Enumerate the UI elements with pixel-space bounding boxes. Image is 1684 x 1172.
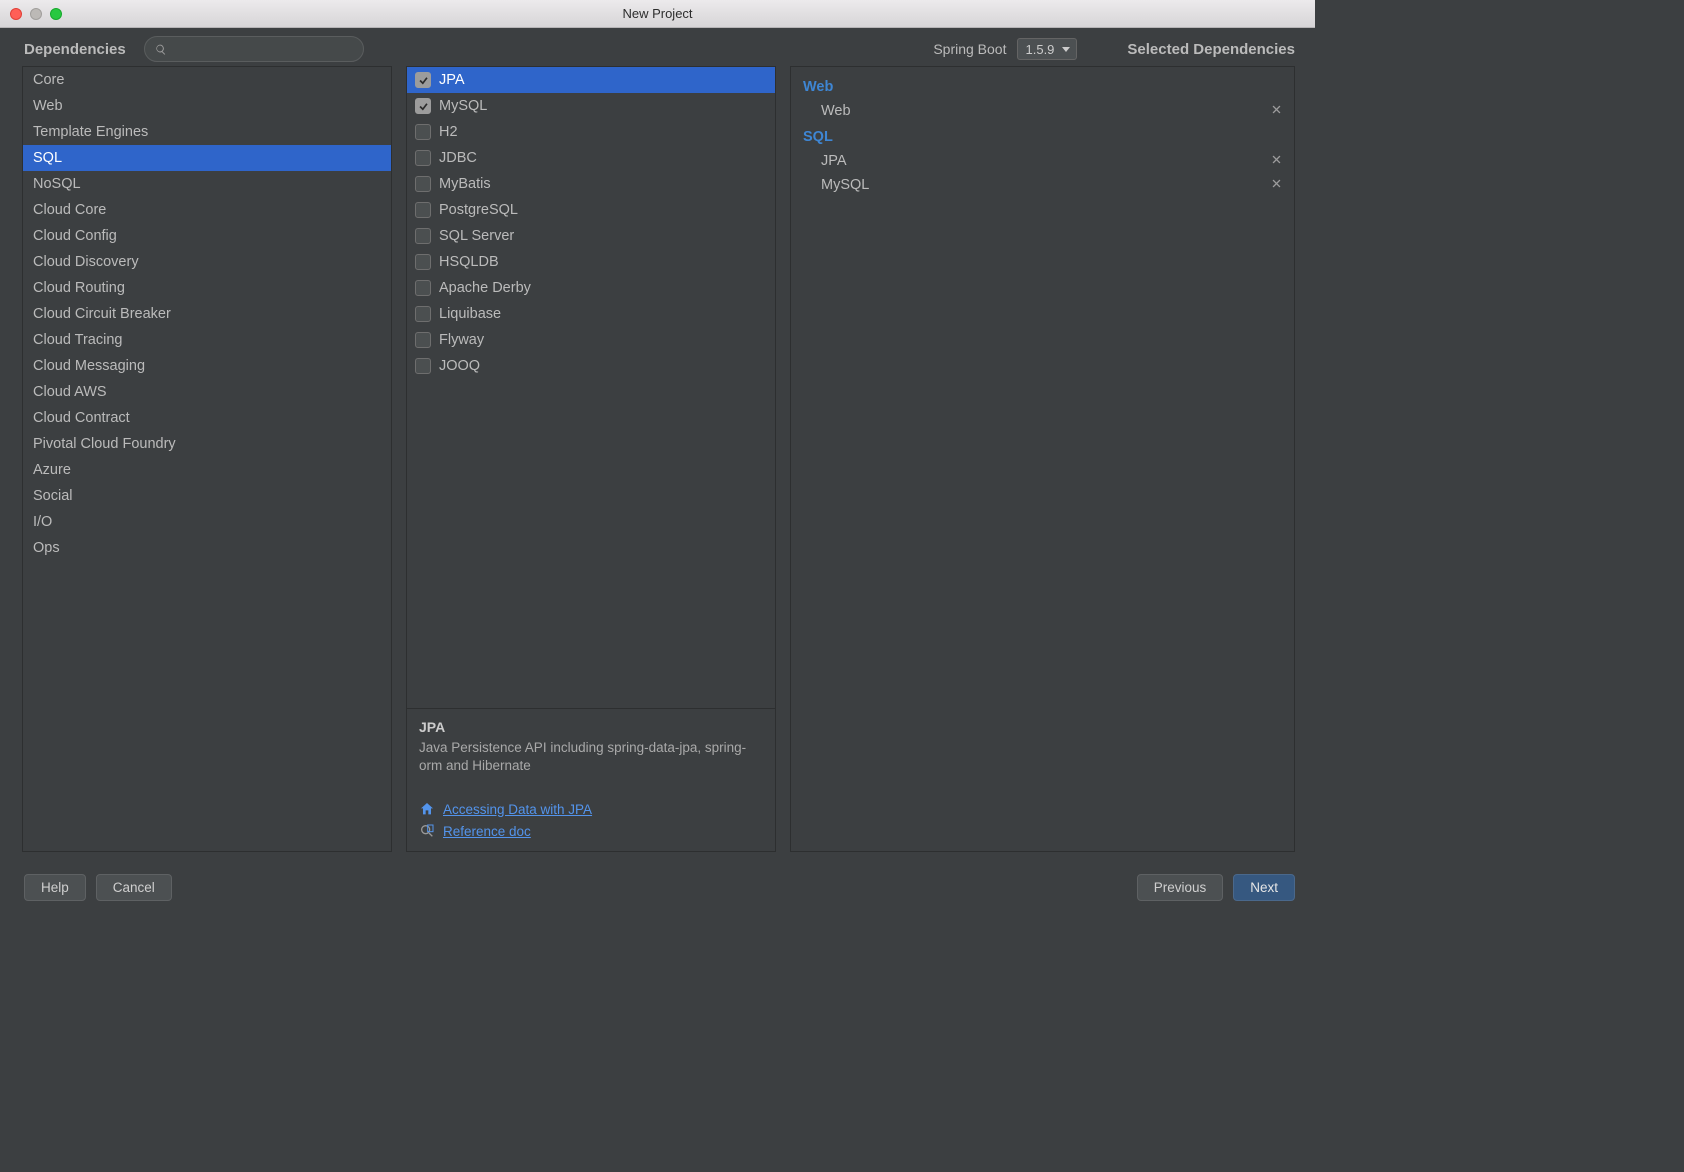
document-search-icon xyxy=(419,823,435,839)
selected-dependencies-panel: Web Web SQL JPA MySQL xyxy=(790,66,1295,852)
dependency-checkbox[interactable] xyxy=(415,228,431,244)
dependency-item[interactable]: SQL Server xyxy=(407,223,775,249)
category-item[interactable]: Core xyxy=(23,67,391,93)
previous-button[interactable]: Previous xyxy=(1137,874,1224,901)
dependency-label: PostgreSQL xyxy=(439,202,518,218)
dependency-item[interactable]: Liquibase xyxy=(407,301,775,327)
remove-dependency-button[interactable] xyxy=(1271,177,1282,193)
next-button[interactable]: Next xyxy=(1233,874,1295,901)
category-item[interactable]: Cloud Core xyxy=(23,197,391,223)
remove-dependency-button[interactable] xyxy=(1271,153,1282,169)
window-title: New Project xyxy=(0,6,1315,21)
cancel-button[interactable]: Cancel xyxy=(96,874,172,901)
category-item[interactable]: Web xyxy=(23,93,391,119)
dependency-item[interactable]: Flyway xyxy=(407,327,775,353)
dependency-label: Liquibase xyxy=(439,306,501,322)
dependency-description-text: Java Persistence API including spring-da… xyxy=(419,739,763,775)
dependency-checkbox[interactable] xyxy=(415,254,431,270)
search-icon xyxy=(155,43,167,56)
dependency-label: MyBatis xyxy=(439,176,491,192)
dependency-label: Apache Derby xyxy=(439,280,531,296)
category-item[interactable]: Ops xyxy=(23,535,391,561)
dependency-checkbox[interactable] xyxy=(415,150,431,166)
dependency-label: Flyway xyxy=(439,332,484,348)
category-item[interactable]: Pivotal Cloud Foundry xyxy=(23,431,391,457)
dependency-item[interactable]: JOOQ xyxy=(407,353,775,379)
category-item[interactable]: Cloud Contract xyxy=(23,405,391,431)
selected-dependency-label: JPA xyxy=(821,153,847,169)
selected-dependency-label: MySQL xyxy=(821,177,869,193)
dependency-checkbox[interactable] xyxy=(415,202,431,218)
selected-dependency-label: Web xyxy=(821,103,851,119)
category-item[interactable]: Cloud Tracing xyxy=(23,327,391,353)
description-link-row: Reference doc xyxy=(419,823,763,839)
dependency-item[interactable]: MyBatis xyxy=(407,171,775,197)
category-item[interactable]: NoSQL xyxy=(23,171,391,197)
selected-dependency-item: JPA xyxy=(803,149,1282,173)
selected-group-title: SQL xyxy=(803,123,1282,149)
dependency-checkbox[interactable] xyxy=(415,124,431,140)
dependency-label: JOOQ xyxy=(439,358,480,374)
dependency-item[interactable]: MySQL xyxy=(407,93,775,119)
description-link-row: Accessing Data with JPA xyxy=(419,801,763,817)
category-item[interactable]: Cloud Config xyxy=(23,223,391,249)
search-input[interactable] xyxy=(173,42,353,57)
category-item[interactable]: Azure xyxy=(23,457,391,483)
dependency-item[interactable]: JPA xyxy=(407,67,775,93)
dependency-description-title: JPA xyxy=(419,719,763,735)
selected-dependencies-heading: Selected Dependencies xyxy=(1127,41,1295,58)
category-item[interactable]: I/O xyxy=(23,509,391,535)
selected-group-title: Web xyxy=(803,73,1282,99)
titlebar: New Project xyxy=(0,0,1315,28)
header-row: Dependencies Spring Boot 1.5.9 Selected … xyxy=(0,28,1315,66)
home-icon xyxy=(419,801,435,817)
dependency-item[interactable]: JDBC xyxy=(407,145,775,171)
dialog-window: New Project Dependencies Spring Boot 1.5… xyxy=(0,0,1315,915)
dialog-footer: Help Cancel Previous Next xyxy=(0,864,1315,915)
category-item[interactable]: Cloud Circuit Breaker xyxy=(23,301,391,327)
dependency-label: JPA xyxy=(439,72,465,88)
dependency-description-panel: JPA Java Persistence API including sprin… xyxy=(407,708,775,851)
category-item[interactable]: SQL xyxy=(23,145,391,171)
category-item[interactable]: Social xyxy=(23,483,391,509)
category-item[interactable]: Cloud Discovery xyxy=(23,249,391,275)
dependency-label: JDBC xyxy=(439,150,477,166)
dependency-item[interactable]: Apache Derby xyxy=(407,275,775,301)
dependencies-heading: Dependencies xyxy=(24,41,126,58)
dependency-checkbox[interactable] xyxy=(415,72,431,88)
remove-dependency-button[interactable] xyxy=(1271,103,1282,119)
dependency-item[interactable]: HSQLDB xyxy=(407,249,775,275)
help-button[interactable]: Help xyxy=(24,874,86,901)
category-item[interactable]: Cloud Routing xyxy=(23,275,391,301)
spring-boot-version-dropdown[interactable]: 1.5.9 xyxy=(1017,38,1078,60)
selected-dependency-item: MySQL xyxy=(803,173,1282,197)
dependency-checkbox[interactable] xyxy=(415,280,431,296)
category-item[interactable]: Cloud Messaging xyxy=(23,353,391,379)
search-field-wrap[interactable] xyxy=(144,36,364,62)
selected-dependency-item: Web xyxy=(803,99,1282,123)
dependency-checkbox[interactable] xyxy=(415,306,431,322)
dependency-item[interactable]: H2 xyxy=(407,119,775,145)
dependency-label: MySQL xyxy=(439,98,487,114)
category-item[interactable]: Cloud AWS xyxy=(23,379,391,405)
dependency-list: JPA MySQL H2 JDBC MyBatis PostgreSQL SQL Serve… xyxy=(407,67,775,708)
dependency-list-panel: JPA MySQL H2 JDBC MyBatis PostgreSQL SQL Serve… xyxy=(406,66,776,852)
description-link[interactable]: Reference doc xyxy=(443,824,531,839)
dependency-label: SQL Server xyxy=(439,228,514,244)
dependency-checkbox[interactable] xyxy=(415,98,431,114)
spring-boot-label: Spring Boot xyxy=(933,41,1006,57)
category-item[interactable]: Template Engines xyxy=(23,119,391,145)
dependency-label: HSQLDB xyxy=(439,254,499,270)
dependency-label: H2 xyxy=(439,124,458,140)
description-link[interactable]: Accessing Data with JPA xyxy=(443,802,592,817)
dependency-checkbox[interactable] xyxy=(415,332,431,348)
category-list: CoreWebTemplate EnginesSQLNoSQLCloud Cor… xyxy=(22,66,392,852)
dependency-checkbox[interactable] xyxy=(415,358,431,374)
dependency-item[interactable]: PostgreSQL xyxy=(407,197,775,223)
dependency-checkbox[interactable] xyxy=(415,176,431,192)
